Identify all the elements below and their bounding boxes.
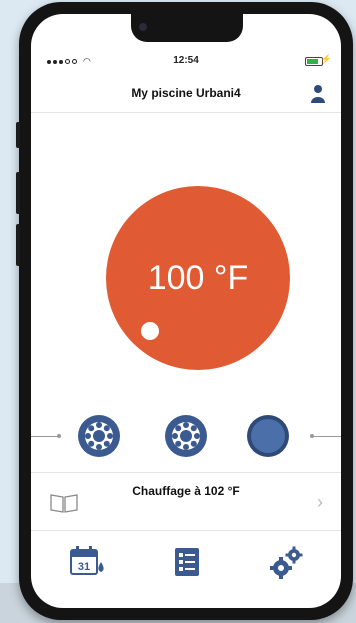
pump-line-left: [31, 436, 59, 437]
volume-down-button: [16, 224, 20, 266]
chevron-right-icon: ›: [317, 492, 323, 512]
heating-info-row[interactable]: Chauffage à 102 °F ›: [31, 474, 341, 530]
pump-line-right: [313, 436, 341, 437]
phone-frame: ◠ 12:54 ⚡ My piscine Urbani4 100 °F Chau…: [16, 2, 353, 620]
list-icon[interactable]: [165, 540, 209, 584]
notch: [131, 14, 243, 42]
app-header: My piscine Urbani4: [31, 84, 341, 104]
status-bar: ◠ 12:54 ⚡: [31, 54, 341, 70]
pump-3-button[interactable]: [246, 414, 290, 458]
pump-row: [31, 414, 341, 460]
calendar-icon[interactable]: 31: [65, 540, 109, 584]
temperature-knob[interactable]: [141, 322, 159, 340]
info-top-divider: [31, 472, 341, 473]
page-title: My piscine Urbani4: [131, 86, 241, 100]
charging-icon: ⚡: [320, 54, 332, 64]
temperature-dial[interactable]: 100 °F: [106, 186, 290, 370]
volume-up-button: [16, 172, 20, 214]
temperature-value: 100 °F: [147, 258, 249, 297]
pump-1-button[interactable]: [77, 414, 121, 458]
mute-switch: [16, 122, 20, 148]
toolbar-divider: [31, 530, 341, 531]
bottom-toolbar: 31: [31, 534, 341, 594]
gears-icon[interactable]: [265, 540, 309, 584]
camera-dot: [139, 23, 147, 31]
calendar-day: 31: [78, 561, 90, 573]
app-screen: ◠ 12:54 ⚡ My piscine Urbani4 100 °F Chau…: [31, 14, 341, 608]
pump-2-button[interactable]: [164, 414, 208, 458]
header-divider: [31, 112, 341, 113]
heating-text: Chauffage à 102 °F: [132, 484, 240, 498]
user-icon[interactable]: [311, 84, 325, 104]
status-time: 12:54: [173, 55, 199, 66]
